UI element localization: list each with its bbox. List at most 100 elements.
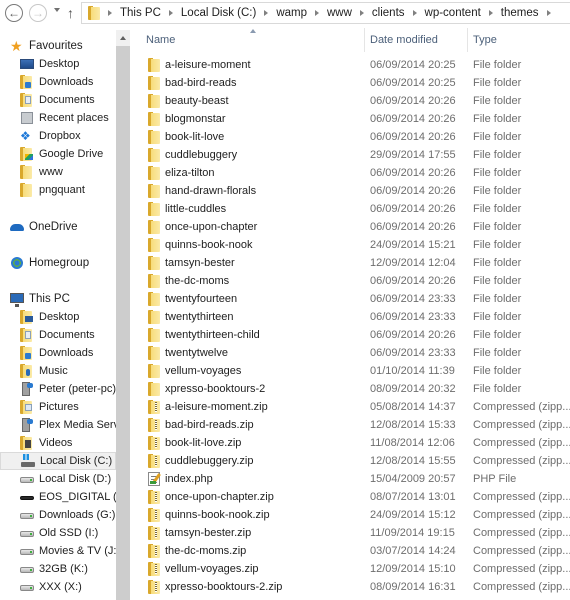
breadcrumb-chevron-icon[interactable] bbox=[168, 10, 173, 16]
sidebar-item-fav-google-drive[interactable]: Google Drive bbox=[0, 145, 116, 163]
file-row[interactable]: the-dc-moms 06/09/2014 20:26 File folder bbox=[136, 272, 570, 290]
sidebar-item-pc-downloads-g[interactable]: Downloads (G:) bbox=[0, 506, 116, 524]
breadcrumb-wamp[interactable]: wamp bbox=[276, 7, 307, 19]
breadcrumb-clients[interactable]: clients bbox=[372, 7, 405, 19]
file-name: once-upon-chapter bbox=[165, 221, 258, 233]
file-row[interactable]: blogmonstar 06/09/2014 20:26 File folder bbox=[136, 110, 570, 128]
sidebar-item-pc-documents[interactable]: Documents bbox=[0, 326, 116, 344]
scroll-up-button[interactable] bbox=[116, 30, 130, 46]
file-row[interactable]: twentythirteen-child 06/09/2014 20:26 File… bbox=[136, 326, 570, 344]
column-header-name[interactable]: Name bbox=[146, 34, 175, 46]
sidebar-item-pc-eos-digital-f[interactable]: EOS_DIGITAL (F:) bbox=[0, 488, 116, 506]
sidebar-item-pc-downloads[interactable]: Downloads bbox=[0, 344, 116, 362]
column-header-date-modified[interactable]: Date modified bbox=[370, 34, 438, 46]
file-row[interactable]: little-cuddles 06/09/2014 20:26 File folde… bbox=[136, 200, 570, 218]
breadcrumb-chevron-icon[interactable] bbox=[359, 10, 364, 16]
sidebar-item-pc-peter-peter-pc[interactable]: Peter (peter-pc) bbox=[0, 380, 116, 398]
back-button[interactable]: ← bbox=[5, 4, 23, 22]
nav-item-label: Desktop bbox=[39, 311, 80, 323]
windows-drive-icon bbox=[21, 454, 35, 468]
file-date-modified: 06/09/2014 23:33 bbox=[370, 311, 456, 323]
breadcrumb-chevron-icon[interactable] bbox=[488, 10, 493, 16]
forward-button[interactable]: → bbox=[29, 4, 47, 22]
file-row[interactable]: vellum-voyages.zip 12/09/2014 15:10 Compre… bbox=[136, 560, 570, 578]
sidebar-item-pc-plex-media-serve[interactable]: Plex Media Serve bbox=[0, 416, 116, 434]
file-row[interactable]: a-leisure-moment.zip 05/08/2014 14:37 Comp… bbox=[136, 398, 570, 416]
file-row[interactable]: tamsyn-bester 12/09/2014 12:04 File folder bbox=[136, 254, 570, 272]
file-row[interactable]: cuddlebuggery 29/09/2014 17:55 File folder bbox=[136, 146, 570, 164]
file-type: Compressed (zipp... bbox=[473, 419, 570, 431]
sidebar-item-fav-desktop[interactable]: Desktop bbox=[0, 55, 116, 73]
sidebar-item-pc-videos[interactable]: Videos bbox=[0, 434, 116, 452]
breadcrumb-local-disk-c[interactable]: Local Disk (C:) bbox=[181, 7, 256, 19]
up-button[interactable]: ↑ bbox=[67, 4, 74, 22]
sidebar-item-pc-xxx-x[interactable]: XXX (X:) bbox=[0, 578, 116, 596]
column-divider[interactable] bbox=[364, 28, 365, 52]
file-row[interactable]: cuddlebuggery.zip 12/08/2014 15:55 Compres… bbox=[136, 452, 570, 470]
breadcrumb-chevron-icon[interactable] bbox=[108, 10, 112, 16]
file-row[interactable]: bad-bird-reads.zip 12/08/2014 15:33 Compre… bbox=[136, 416, 570, 434]
sidebar-item-pc-32gb-k[interactable]: 32GB (K:) bbox=[0, 560, 116, 578]
file-row[interactable]: tamsyn-bester.zip 11/09/2014 19:15 Compres… bbox=[136, 524, 570, 542]
file-row[interactable]: bad-bird-reads 06/09/2014 20:25 File folde… bbox=[136, 74, 570, 92]
file-type: File folder bbox=[473, 257, 522, 269]
file-type: File folder bbox=[473, 77, 522, 89]
breadcrumb-chevron-icon[interactable] bbox=[264, 10, 269, 16]
breadcrumb-chevron-icon[interactable] bbox=[412, 10, 417, 16]
sidebar-item-pc-pictures[interactable]: Pictures bbox=[0, 398, 116, 416]
file-row[interactable]: quinns-book-nook.zip 24/09/2014 15:12 Comp… bbox=[136, 506, 570, 524]
sidebar-item-fav-www[interactable]: www bbox=[0, 163, 116, 181]
file-row[interactable]: twentythirteen 06/09/2014 23:33 File folde… bbox=[136, 308, 570, 326]
zip-folder-icon bbox=[148, 544, 160, 558]
file-row[interactable]: vellum-voyages 01/10/2014 11:39 File folde… bbox=[136, 362, 570, 380]
sidebar-item-fav-documents[interactable]: Documents bbox=[0, 91, 116, 109]
sidebar-item-pc-local-disk-d[interactable]: Local Disk (D:) bbox=[0, 470, 116, 488]
sidebar-item-fav-downloads[interactable]: Downloads bbox=[0, 73, 116, 91]
sidebar-item-pc-local-disk-c[interactable]: Local Disk (C:) bbox=[0, 452, 116, 470]
file-row[interactable]: xpresso-booktours-2 08/09/2014 20:32 File … bbox=[136, 380, 570, 398]
breadcrumb-wp-content[interactable]: wp-content bbox=[425, 7, 481, 19]
breadcrumb-themes[interactable]: themes bbox=[501, 7, 539, 19]
file-date-modified: 05/08/2014 14:37 bbox=[370, 401, 456, 413]
sidebar-item-fav-recent-places[interactable]: Recent places bbox=[0, 109, 116, 127]
breadcrumb-chevron-icon[interactable] bbox=[315, 10, 319, 16]
breadcrumb-this-pc[interactable]: This PC bbox=[120, 7, 161, 19]
sidebar-item-pc-movies-tv-j[interactable]: Movies & TV (J:) bbox=[0, 542, 116, 560]
file-row[interactable]: index.php 15/04/2009 20:57 PHP File bbox=[136, 470, 570, 488]
file-type: File folder bbox=[473, 311, 522, 323]
file-row[interactable]: quinns-book-nook 24/09/2014 15:21 File fol… bbox=[136, 236, 570, 254]
recent-locations-dropdown[interactable] bbox=[54, 8, 60, 12]
file-row[interactable]: beauty-beast 06/09/2014 20:26 File folder bbox=[136, 92, 570, 110]
navigation-pane-scrollbar[interactable] bbox=[116, 30, 130, 600]
file-row[interactable]: hand-drawn-florals 06/09/2014 20:26 File f… bbox=[136, 182, 570, 200]
file-row[interactable]: a-leisure-moment 06/09/2014 20:25 File fol… bbox=[136, 56, 570, 74]
sidebar-group-this-pc[interactable]: This PC bbox=[0, 290, 116, 308]
sidebar-item-fav-pngquant[interactable]: pngquant bbox=[0, 181, 116, 199]
sidebar-item-pc-music[interactable]: Music bbox=[0, 362, 116, 380]
address-bar[interactable]: This PC Local Disk (C:) wamp www clients… bbox=[81, 2, 570, 24]
breadcrumb-www[interactable]: www bbox=[327, 7, 352, 19]
file-row[interactable]: eliza-tilton 06/09/2014 20:26 File folder bbox=[136, 164, 570, 182]
sidebar-item-fav-dropbox[interactable]: ❖ Dropbox bbox=[0, 127, 116, 145]
column-divider[interactable] bbox=[467, 28, 468, 52]
nav-item-label: Documents bbox=[39, 94, 95, 106]
sidebar-group-favourites[interactable]: ★ Favourites bbox=[0, 37, 116, 55]
file-row[interactable]: book-lit-love.zip 11/08/2014 12:06 Compres… bbox=[136, 434, 570, 452]
sidebar-item-pc-desktop[interactable]: Desktop bbox=[0, 308, 116, 326]
file-type: Compressed (zipp... bbox=[473, 401, 570, 413]
sidebar-group-homegroup[interactable]: Homegroup bbox=[0, 254, 116, 272]
file-row[interactable]: twentyfourteen 06/09/2014 23:33 File folde… bbox=[136, 290, 570, 308]
sidebar-group-onedrive[interactable]: OneDrive bbox=[0, 218, 116, 236]
sidebar-item-pc-old-ssd-i[interactable]: Old SSD (I:) bbox=[0, 524, 116, 542]
file-row[interactable]: once-upon-chapter 06/09/2014 20:26 File fo… bbox=[136, 218, 570, 236]
nav-item-label: EOS_DIGITAL (F:) bbox=[39, 491, 116, 503]
file-row[interactable]: once-upon-chapter.zip 08/07/2014 13:01 Com… bbox=[136, 488, 570, 506]
column-header-type[interactable]: Type bbox=[473, 34, 497, 46]
file-date-modified: 11/08/2014 12:06 bbox=[370, 437, 455, 449]
file-row[interactable]: twentytwelve 06/09/2014 23:33 File folder bbox=[136, 344, 570, 362]
breadcrumb-chevron-icon[interactable] bbox=[546, 10, 551, 16]
documents-folder-icon bbox=[20, 93, 34, 107]
file-row[interactable]: book-lit-love 06/09/2014 20:26 File folder bbox=[136, 128, 570, 146]
file-row[interactable]: xpresso-booktours-2.zip 08/09/2014 16:31 C… bbox=[136, 578, 570, 596]
file-row[interactable]: the-dc-moms.zip 03/07/2014 14:24 Compresse… bbox=[136, 542, 570, 560]
